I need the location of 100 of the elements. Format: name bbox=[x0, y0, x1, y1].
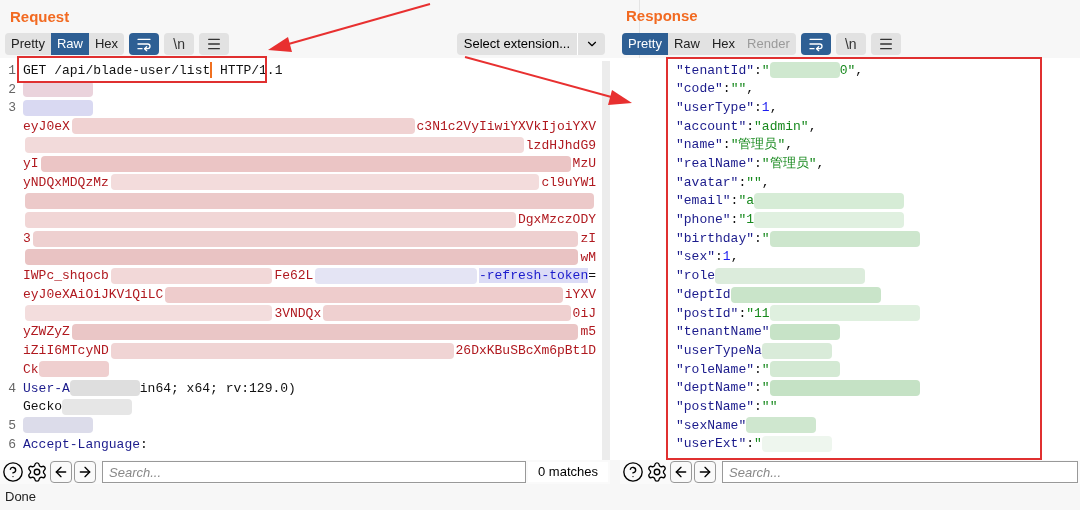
back-button[interactable] bbox=[50, 461, 72, 483]
json-string: "1 bbox=[738, 211, 755, 230]
code-text: : bbox=[140, 436, 148, 452]
header-value: c3N1c2VyIiwiYXVkIjoiYXV bbox=[416, 118, 596, 134]
header-value: yZWZyZ bbox=[23, 324, 70, 340]
header-value: yNDQxMDQzMz bbox=[23, 174, 109, 190]
settings-icon[interactable] bbox=[26, 461, 48, 483]
code-text: : bbox=[730, 211, 739, 230]
header-value: lzdHJhdG9 bbox=[525, 137, 596, 153]
json-key: "avatar" bbox=[676, 172, 739, 193]
wrap-lines-icon bbox=[807, 36, 824, 52]
line-number: 4 bbox=[7, 380, 17, 396]
header-name: User-A bbox=[23, 380, 70, 396]
view-tab[interactable]: Raw bbox=[667, 33, 706, 55]
json-string: " bbox=[761, 360, 770, 379]
forward-button[interactable] bbox=[74, 461, 96, 483]
code-text: : bbox=[738, 173, 747, 192]
header-value: eyJ0eXAiOiJKV1QiLC bbox=[23, 287, 164, 303]
json-key: "roleName" bbox=[676, 359, 754, 380]
json-key: "sex" bbox=[676, 247, 715, 267]
search-field[interactable]: Search... bbox=[722, 461, 1078, 483]
header-value: eyJ0eX bbox=[23, 118, 70, 134]
code-text: : bbox=[746, 435, 755, 454]
line-number: 6 bbox=[7, 436, 17, 452]
code-text: , bbox=[808, 117, 817, 136]
line-number: 1 bbox=[7, 62, 17, 78]
json-string: " bbox=[754, 435, 762, 454]
json-key: "postName" bbox=[676, 396, 754, 417]
text-caret bbox=[210, 62, 213, 79]
header-value: 26DxKBuSBcXm6pBt1D bbox=[455, 343, 596, 359]
code-text: , bbox=[769, 98, 778, 117]
scrollbar[interactable] bbox=[602, 61, 610, 460]
newline-button[interactable]: \n bbox=[835, 33, 866, 55]
code-text: : bbox=[715, 248, 723, 267]
code-text: : bbox=[754, 155, 762, 174]
header-value: Fe62L bbox=[274, 268, 314, 284]
line-number: 5 bbox=[7, 417, 17, 433]
help-icon[interactable] bbox=[622, 461, 644, 483]
menu-button[interactable] bbox=[870, 33, 901, 55]
json-string: "" bbox=[761, 397, 778, 416]
json-string: " bbox=[761, 229, 770, 248]
view-tab[interactable]: Pretty bbox=[5, 33, 51, 55]
help-icon[interactable] bbox=[2, 461, 24, 483]
header-value: DgxMzczODY bbox=[518, 212, 596, 228]
code-text: : bbox=[730, 192, 739, 211]
json-string: "11 bbox=[746, 304, 770, 323]
line-number: 2 bbox=[7, 81, 17, 97]
code-text: , bbox=[855, 61, 864, 80]
wrap-lines-button[interactable] bbox=[800, 33, 831, 55]
code-text: : bbox=[754, 360, 762, 379]
settings-icon[interactable] bbox=[646, 461, 668, 483]
json-key: "tenantName" bbox=[676, 322, 770, 342]
view-tab[interactable]: Hex bbox=[89, 33, 125, 55]
header-value: 3 bbox=[23, 231, 31, 247]
json-key: "email" bbox=[676, 191, 731, 211]
code-text: : bbox=[738, 304, 747, 323]
json-key: "deptName" bbox=[676, 378, 754, 398]
menu-icon bbox=[206, 36, 223, 52]
back-button[interactable] bbox=[670, 461, 692, 483]
code-text: , bbox=[785, 136, 794, 155]
header-value: wM bbox=[580, 249, 596, 265]
header-name: Accept-Language bbox=[23, 436, 141, 452]
header-value: zI bbox=[580, 231, 596, 247]
json-key: "userExt" bbox=[676, 434, 747, 454]
cookie-name: -refresh-token bbox=[478, 268, 589, 284]
json-key: "role bbox=[676, 266, 715, 286]
code-text: : bbox=[754, 397, 762, 416]
header-value: IWPc_shqocb bbox=[23, 268, 109, 284]
header-value: 3VNDQx bbox=[274, 305, 322, 321]
header-value: MzU bbox=[572, 156, 596, 172]
json-key: "realName" bbox=[676, 154, 754, 174]
line-number: 3 bbox=[7, 100, 17, 116]
json-number: 1 bbox=[761, 98, 770, 117]
json-key: "name" bbox=[676, 135, 723, 155]
newline-button[interactable]: \n bbox=[164, 33, 195, 55]
json-key: "phone" bbox=[676, 210, 731, 230]
code-text: : bbox=[754, 379, 762, 398]
wrap-lines-icon bbox=[136, 36, 153, 52]
json-key: "userTypeNa bbox=[676, 340, 762, 361]
code-text: : bbox=[722, 136, 731, 155]
json-key: "account" bbox=[676, 116, 747, 137]
view-tab[interactable]: Pretty bbox=[622, 33, 668, 55]
code-text: GET /api/blade-user/list bbox=[23, 62, 211, 78]
menu-button[interactable] bbox=[199, 33, 230, 55]
extension-select[interactable]: Select extension... bbox=[456, 33, 605, 55]
code-text: : bbox=[754, 61, 762, 80]
view-tab[interactable]: Raw bbox=[50, 33, 89, 55]
code-text: , bbox=[746, 80, 755, 99]
view-tab[interactable]: Hex bbox=[706, 33, 742, 55]
wrap-lines-button[interactable] bbox=[129, 33, 160, 55]
panel-title: Request bbox=[10, 8, 70, 25]
json-string: "" bbox=[730, 80, 747, 99]
code-text: , bbox=[730, 248, 739, 267]
search-field[interactable]: Search... bbox=[102, 461, 526, 483]
code-text: Gecko bbox=[23, 399, 62, 415]
json-string: " bbox=[761, 379, 770, 398]
header-value: cl9uYW1 bbox=[541, 174, 596, 190]
json-key: "birthday" bbox=[676, 228, 754, 249]
code-text: : bbox=[754, 229, 762, 248]
forward-button[interactable] bbox=[694, 461, 716, 483]
